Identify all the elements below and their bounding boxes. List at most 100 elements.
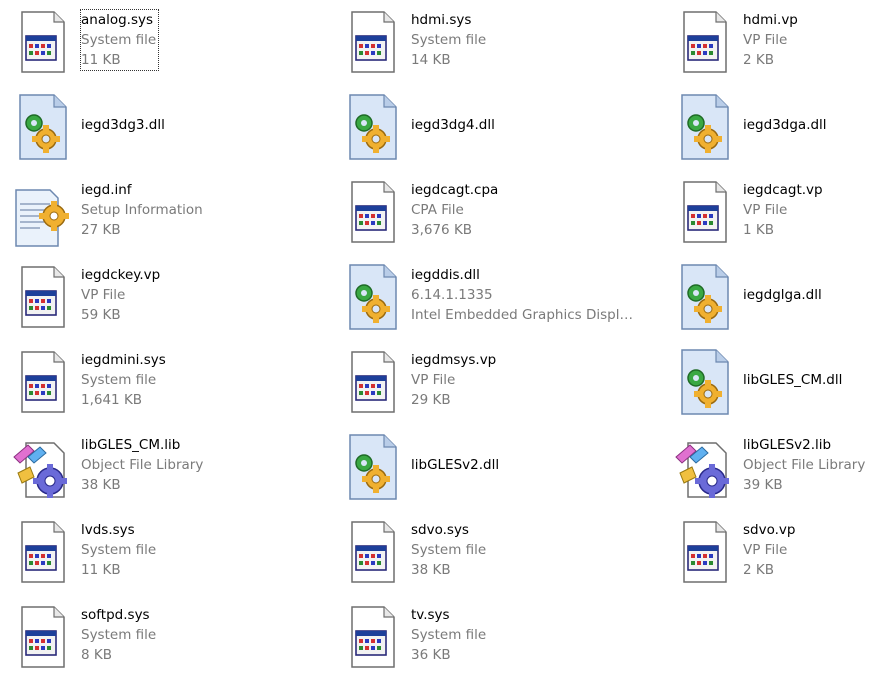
file-label: iegdcagt.vp VP File 1 KB	[743, 180, 878, 240]
system-file-icon	[10, 512, 74, 592]
file-item[interactable]: iegdckey.vp VP File 59 KB	[4, 257, 304, 337]
file-label: hdmi.sys System file 14 KB	[411, 10, 633, 70]
file-name: iegdcagt.cpa	[411, 182, 499, 198]
file-type: System file	[411, 32, 487, 48]
file-name: lvds.sys	[81, 522, 135, 538]
file-type: CPA File	[411, 202, 464, 218]
system-file-icon	[340, 172, 404, 252]
file-label: libGLESv2.lib Object File Library 39 KB	[743, 435, 878, 495]
file-item[interactable]: libGLES_CM.dll	[666, 342, 878, 422]
file-item[interactable]: softpd.sys System file 8 KB	[4, 597, 304, 677]
file-name: iegd3dg3.dll	[81, 117, 165, 133]
system-file-icon	[672, 172, 736, 252]
file-item[interactable]: hdmi.sys System file 14 KB	[334, 2, 634, 82]
file-item[interactable]: hdmi.vp VP File 2 KB	[666, 2, 878, 82]
system-file-icon	[340, 597, 404, 677]
file-name: iegdmini.sys	[81, 352, 166, 368]
file-type: VP File	[81, 287, 126, 303]
file-size: 1 KB	[743, 222, 774, 238]
dll-file-icon	[340, 427, 404, 507]
file-label: lvds.sys System file 11 KB	[81, 520, 303, 580]
system-file-icon	[340, 2, 404, 82]
file-name: iegd3dga.dll	[743, 117, 827, 133]
file-size: 14 KB	[411, 52, 451, 68]
file-type: Object File Library	[81, 457, 204, 473]
file-item[interactable]: iegd3dg3.dll	[4, 87, 304, 167]
dll-file-icon	[672, 257, 736, 337]
file-label: analog.sys System file 11 KB	[79, 9, 160, 71]
file-type: 6.14.1.1335	[411, 287, 493, 303]
file-size: Intel Embedded Graphics Displ…	[411, 307, 633, 323]
dll-file-icon	[672, 342, 736, 422]
file-label: iegdglga.dll	[743, 285, 878, 305]
file-type: VP File	[743, 542, 788, 558]
file-item[interactable]: iegd3dg4.dll	[334, 87, 634, 167]
file-label: iegdmini.sys System file 1,641 KB	[81, 350, 303, 410]
file-size: 8 KB	[81, 647, 112, 663]
file-name: sdvo.vp	[743, 522, 796, 538]
file-item[interactable]: iegdcagt.cpa CPA File 3,676 KB	[334, 172, 634, 252]
file-item[interactable]: libGLESv2.lib Object File Library 39 KB	[666, 427, 878, 507]
file-label: iegd3dg4.dll	[411, 115, 633, 135]
file-size: 36 KB	[411, 647, 451, 663]
file-type: VP File	[743, 32, 788, 48]
file-label: sdvo.sys System file 38 KB	[411, 520, 633, 580]
file-item[interactable]: sdvo.vp VP File 2 KB	[666, 512, 878, 592]
file-name: libGLESv2.lib	[743, 437, 832, 453]
file-item[interactable]: libGLESv2.dll	[334, 427, 634, 507]
file-name: libGLES_CM.lib	[81, 437, 181, 453]
file-type: System file	[411, 542, 487, 558]
dll-file-icon	[340, 87, 404, 167]
file-name: hdmi.sys	[411, 12, 472, 28]
file-item[interactable]: iegdmsys.vp VP File 29 KB	[334, 342, 634, 422]
file-label: iegd3dga.dll	[743, 115, 878, 135]
file-type: System file	[81, 32, 157, 48]
file-name: hdmi.vp	[743, 12, 798, 28]
file-item[interactable]: iegd.inf Setup Information 27 KB	[4, 172, 304, 252]
file-label: iegd.inf Setup Information 27 KB	[81, 180, 303, 240]
file-name: iegdmsys.vp	[411, 352, 497, 368]
file-item[interactable]: iegddis.dll 6.14.1.1335 Intel Embedded Gra…	[334, 257, 634, 337]
library-file-icon	[672, 427, 736, 507]
system-file-icon	[10, 597, 74, 677]
file-size: 38 KB	[411, 562, 451, 578]
file-name: iegddis.dll	[411, 267, 480, 283]
file-name: iegdcagt.vp	[743, 182, 823, 198]
file-item[interactable]: sdvo.sys System file 38 KB	[334, 512, 634, 592]
file-item[interactable]: analog.sys System file 11 KB	[4, 2, 304, 82]
file-name: tv.sys	[411, 607, 450, 623]
file-item[interactable]: iegd3dga.dll	[666, 87, 878, 167]
file-size: 1,641 KB	[81, 392, 143, 408]
file-size: 38 KB	[81, 477, 121, 493]
file-name: sdvo.sys	[411, 522, 469, 538]
file-label: libGLES_CM.lib Object File Library 38 KB	[81, 435, 303, 495]
system-file-icon	[672, 512, 736, 592]
file-size: 39 KB	[743, 477, 783, 493]
file-item[interactable]: iegdmini.sys System file 1,641 KB	[4, 342, 304, 422]
file-size: 59 KB	[81, 307, 121, 323]
file-label: tv.sys System file 36 KB	[411, 605, 633, 665]
setup-info-icon	[10, 172, 74, 252]
file-size: 11 KB	[81, 562, 121, 578]
file-name: softpd.sys	[81, 607, 150, 623]
file-label: iegdckey.vp VP File 59 KB	[81, 265, 303, 325]
file-item[interactable]: libGLES_CM.lib Object File Library 38 KB	[4, 427, 304, 507]
file-label: softpd.sys System file 8 KB	[81, 605, 303, 665]
file-item[interactable]: lvds.sys System file 11 KB	[4, 512, 304, 592]
file-label: libGLES_CM.dll	[743, 370, 878, 390]
file-label: hdmi.vp VP File 2 KB	[743, 10, 878, 70]
file-size: 29 KB	[411, 392, 451, 408]
file-label: iegdmsys.vp VP File 29 KB	[411, 350, 633, 410]
file-item[interactable]: iegdglga.dll	[666, 257, 878, 337]
file-item[interactable]: tv.sys System file 36 KB	[334, 597, 634, 677]
file-size: 3,676 KB	[411, 222, 473, 238]
file-name: iegdckey.vp	[81, 267, 161, 283]
system-file-icon	[10, 342, 74, 422]
dll-file-icon	[10, 87, 74, 167]
file-type: Setup Information	[81, 202, 203, 218]
file-item[interactable]: iegdcagt.vp VP File 1 KB	[666, 172, 878, 252]
file-label: libGLESv2.dll	[411, 455, 633, 475]
file-name: libGLESv2.dll	[411, 457, 500, 473]
file-label: iegd3dg3.dll	[81, 115, 303, 135]
file-type: System file	[81, 627, 157, 643]
